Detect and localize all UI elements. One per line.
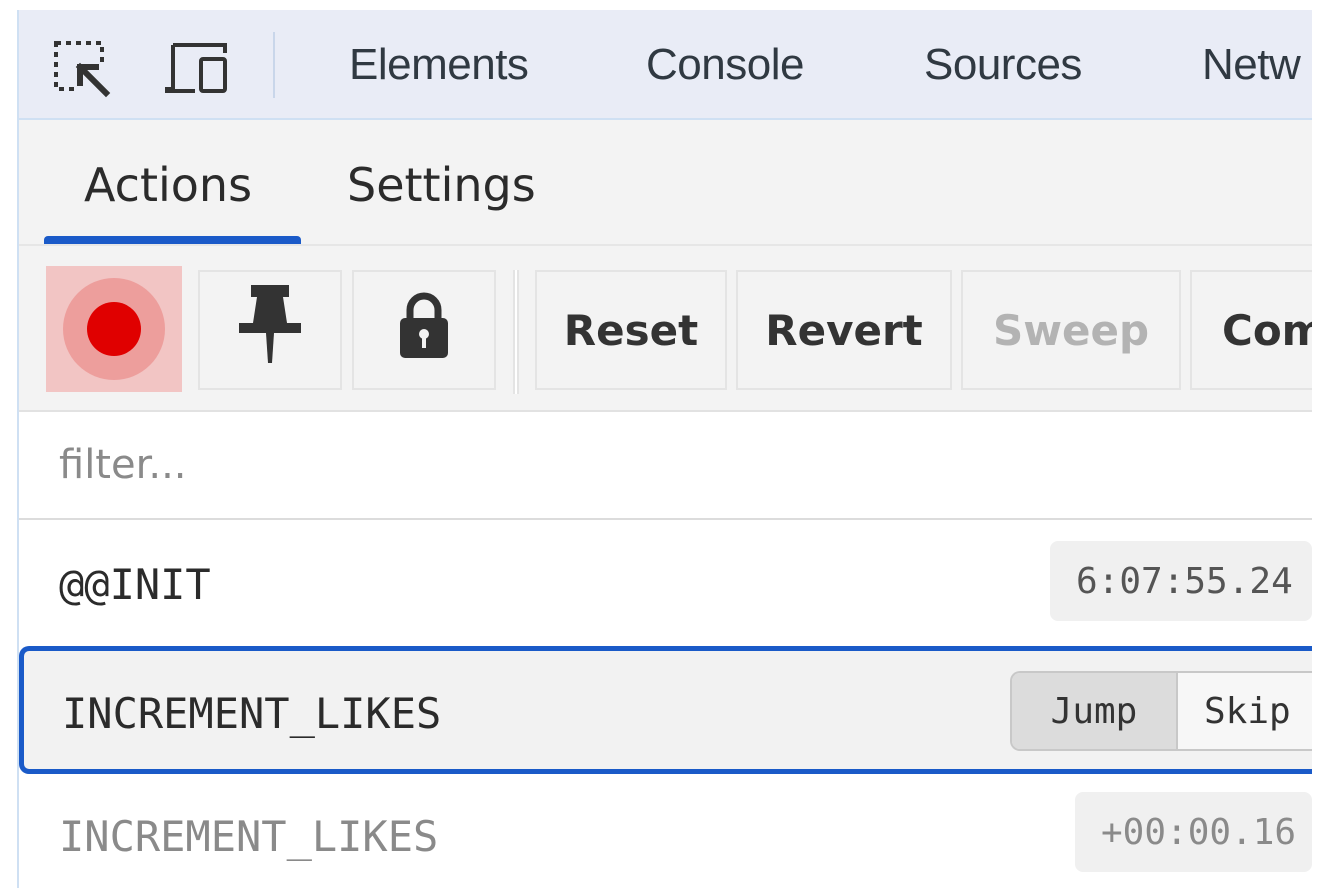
action-timestamp: 6:07:55.24 — [1050, 541, 1312, 621]
action-item-selected[interactable]: INCREMENT_LIKES Jump Skip — [19, 646, 1326, 774]
filter-input[interactable] — [19, 412, 1312, 518]
action-timestamp: +00:00.16 — [1075, 792, 1312, 872]
pin-icon — [237, 283, 303, 377]
top-gap — [19, 0, 1312, 10]
record-icon — [63, 278, 165, 380]
jump-skip-group: Jump Skip — [1010, 671, 1326, 751]
lock-icon — [396, 290, 452, 370]
action-item[interactable]: @@INIT 6:07:55.24 — [19, 520, 1312, 644]
toolbar-separator — [513, 270, 519, 394]
devtools-tab-bar: Elements Console Sources Netw — [19, 10, 1312, 120]
tab-sources[interactable]: Sources — [924, 40, 1082, 90]
redux-tab-bar: Actions Settings — [19, 120, 1312, 246]
device-toolbar-icon[interactable] — [161, 34, 231, 104]
lock-button[interactable] — [352, 270, 496, 390]
tab-settings[interactable]: Settings — [347, 158, 536, 212]
tab-console[interactable]: Console — [646, 40, 804, 90]
devtools-window: Elements Console Sources Netw Actions Se… — [0, 0, 1326, 888]
reset-button[interactable]: Reset — [535, 270, 727, 390]
tab-actions[interactable]: Actions — [84, 158, 252, 212]
revert-button[interactable]: Revert — [736, 270, 952, 390]
tab-elements[interactable]: Elements — [349, 40, 529, 90]
window-right-edge — [1312, 0, 1326, 888]
pin-button[interactable] — [198, 270, 342, 390]
jump-button[interactable]: Jump — [1012, 673, 1178, 749]
record-dot — [87, 302, 141, 356]
skip-button[interactable]: Skip — [1178, 673, 1326, 749]
action-toolbar: Reset Revert Sweep Com — [19, 246, 1326, 412]
inspect-element-icon[interactable] — [47, 34, 117, 104]
filter-row — [19, 412, 1312, 520]
active-tab-indicator — [44, 236, 301, 244]
action-name: INCREMENT_LIKES — [62, 689, 442, 738]
commit-button[interactable]: Com — [1190, 270, 1326, 390]
toolbar-divider — [273, 32, 275, 98]
tab-network[interactable]: Netw — [1202, 40, 1301, 90]
sweep-button[interactable]: Sweep — [961, 270, 1181, 390]
action-name: INCREMENT_LIKES — [59, 812, 439, 861]
action-item[interactable]: INCREMENT_LIKES +00:00.16 — [19, 774, 1312, 888]
action-name: @@INIT — [59, 560, 211, 609]
record-button[interactable] — [46, 266, 182, 392]
